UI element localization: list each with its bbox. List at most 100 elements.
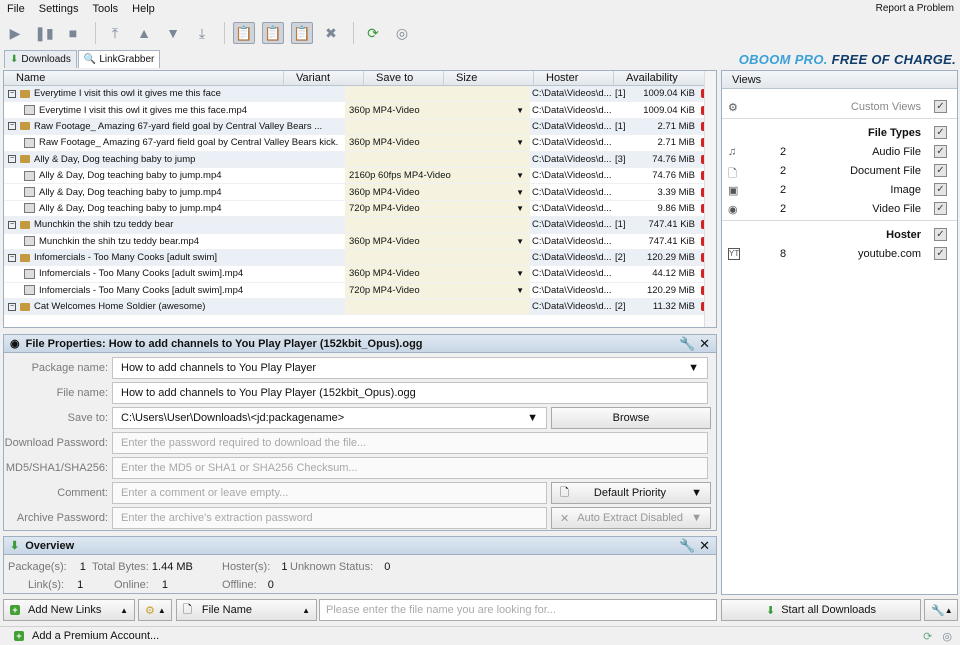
close-icon[interactable]: ✕ [699,336,710,351]
file-row[interactable]: Infomercials - Too Many Cooks [adult swi… [4,282,716,300]
type-checkbox[interactable]: ✓ [934,164,947,177]
file-type-item[interactable]: ♫ 2 Audio File ✓ [722,142,957,161]
cell-variant[interactable]: 720p MP4-Video ▼ [345,282,530,299]
package-row[interactable]: − Ally & Day, Dog teaching baby to jump C:… [4,151,716,168]
move-down-icon[interactable]: ▼ [162,22,184,44]
custom-views-row[interactable]: ⚙ Custom Views ✓ [722,97,957,116]
archive-password-field[interactable]: Enter the archive's extraction password [112,507,547,529]
clear-list-icon[interactable]: ✖ [320,22,342,44]
cell-name: Ally & Day, Dog teaching baby to jump.mp… [4,187,345,198]
move-up-icon[interactable]: ▲ [133,22,155,44]
hoster-checkbox[interactable]: ✓ [934,228,947,241]
col-availability[interactable]: Availability [614,71,714,85]
tab-downloads[interactable]: ⬇ Downloads [4,50,77,68]
collapse-icon[interactable]: − [8,122,16,131]
cell-name: Infomercials - Too Many Cooks [adult swi… [4,285,345,296]
cell-variant[interactable]: 360p MP4-Video ▼ [345,266,530,282]
collapse-icon[interactable]: − [8,89,16,98]
cell-variant[interactable]: 360p MP4-Video ▼ [345,135,530,151]
file-types-row[interactable]: File Types ✓ [722,123,957,142]
clear-menu-button[interactable]: ⚙ ▲ [138,599,172,621]
file-type-item[interactable]: ▣ 2 Image ✓ [722,180,957,199]
close-icon[interactable]: ✕ [699,538,710,553]
hoster-row[interactable]: Hoster ✓ [722,225,957,244]
collapse-icon[interactable]: − [8,155,16,164]
menu-settings[interactable]: Settings [32,3,86,15]
col-save-to[interactable]: Save to [364,71,444,85]
file-row[interactable]: Ally & Day, Dog teaching baby to jump.mp… [4,167,716,185]
cell-variant[interactable]: 360p MP4-Video ▼ [345,233,530,249]
cell-variant[interactable]: 720p MP4-Video ▼ [345,200,530,217]
col-hoster[interactable]: Hoster [534,71,614,85]
auto-confirm-icon[interactable]: 📋 [262,22,284,44]
file-type-item[interactable]: ◉ 2 Video File ✓ [722,199,957,218]
tab-linkgrabber[interactable]: 🔍 LinkGrabber [77,50,161,68]
type-checkbox[interactable]: ✓ [934,202,947,215]
oboom-banner[interactable]: OBOOM PRO. FREE OF CHARGE. [739,52,956,67]
col-size[interactable]: Size [444,71,534,85]
menu-help[interactable]: Help [125,3,162,15]
checksum-field[interactable]: Enter the MD5 or SHA1 or SHA256 Checksum… [112,457,708,479]
package-row[interactable]: − Munchkin the shih tzu teddy bear C:\Data… [4,217,716,234]
file-types-checkbox[interactable]: ✓ [934,126,947,139]
collapse-icon[interactable]: − [8,220,16,229]
menu-tools[interactable]: Tools [85,3,125,15]
hoster-item-checkbox[interactable]: ✓ [934,247,947,260]
cell-variant[interactable]: 360p MP4-Video ▼ [345,102,530,118]
update-icon[interactable]: ◎ [391,22,413,44]
package-row[interactable]: − Infomercials - Too Many Cooks [adult sw… [4,249,716,267]
x-icon: ✕ [560,512,570,525]
file-row[interactable]: Ally & Day, Dog teaching baby to jump.mp… [4,200,716,218]
col-name[interactable]: Name [4,71,284,85]
file-row[interactable]: Infomercials - Too Many Cooks [adult swi… [4,266,716,283]
file-row[interactable]: Raw Footage_ Amazing 67-yard field goal … [4,135,716,152]
collapse-icon[interactable]: − [8,253,16,262]
menu-file[interactable]: File [0,3,32,15]
vertical-scrollbar[interactable] [704,71,716,327]
cell-variant[interactable]: 2160p 60fps MP4-Video ▼ [345,167,530,184]
search-filter-dropdown[interactable]: 🗋 File Name ▲ [176,599,317,621]
package-row[interactable]: − Cat Welcomes Home Soldier (awesome) C:\D… [4,299,716,316]
type-checkbox[interactable]: ✓ [934,145,947,158]
file-name-field[interactable]: How to add channels to You Play Player (… [112,382,708,404]
tray-icon[interactable]: ⟳ [923,630,932,643]
add-premium-account-link[interactable]: Add a Premium Account... [32,630,159,642]
start-all-downloads-button[interactable]: ⬇ Start all Downloads [721,599,921,621]
reconnect-icon[interactable]: ⟳ [362,22,384,44]
file-type-item[interactable]: 🗋 2 Document File ✓ [722,161,957,180]
custom-views-checkbox[interactable]: ✓ [934,100,947,113]
search-input[interactable]: Please enter the file name you are looki… [319,599,717,621]
move-bottom-icon[interactable]: ⤓ [191,22,213,44]
row-variant: 360p MP4-Video [349,268,420,280]
wrench-icon[interactable]: 🔧 [679,538,695,553]
save-to-combo[interactable]: C:\Users\User\Downloads\<jd:packagename>… [112,407,547,429]
tray-icon[interactable]: ◎ [942,630,952,643]
move-top-icon[interactable]: ⤒ [104,22,126,44]
add-new-links-button[interactable]: + Add New Links ▲ [3,599,135,621]
file-row[interactable]: Munchkin the shih tzu teddy bear.mp4 360p… [4,233,716,250]
clipboard-observer-icon[interactable]: 📋 [233,22,255,44]
download-password-field[interactable]: Enter the password required to download … [112,432,708,454]
file-row[interactable]: Everytime I visit this owl it gives me t… [4,102,716,119]
comment-field[interactable]: Enter a comment or leave empty... [112,482,547,504]
package-row[interactable]: − Raw Footage_ Amazing 67-yard field goal… [4,118,716,136]
pause-icon[interactable]: ❚▮ [33,22,55,44]
cell-variant[interactable]: 360p MP4-Video ▼ [345,184,530,200]
type-checkbox[interactable]: ✓ [934,183,947,196]
settings-menu-button[interactable]: 🔧 ▲ [924,599,958,621]
play-icon[interactable]: ▶ [4,22,26,44]
row-name: Ally & Day, Dog teaching baby to jump [34,153,196,165]
browse-button[interactable]: Browse [551,407,711,429]
wrench-icon[interactable]: 🔧 [679,336,695,351]
file-row[interactable]: Ally & Day, Dog teaching baby to jump.mp… [4,184,716,201]
auto-start-icon[interactable]: 📋 [291,22,313,44]
package-row[interactable]: − Everytime I visit this owl it gives me … [4,86,716,103]
collapse-icon[interactable]: − [8,302,16,311]
report-problem-link[interactable]: Report a Problem [876,3,954,14]
stop-icon[interactable]: ■ [62,22,84,44]
col-variant[interactable]: Variant [284,71,364,85]
auto-extract-dropdown[interactable]: ✕ Auto Extract Disabled ▼ [551,507,711,529]
priority-dropdown[interactable]: 🗋 Default Priority ▼ [551,482,711,504]
package-name-combo[interactable]: How to add channels to You Play Player ▼ [112,357,708,379]
hoster-item[interactable]: YT 8 youtube.com ✓ [722,244,957,263]
